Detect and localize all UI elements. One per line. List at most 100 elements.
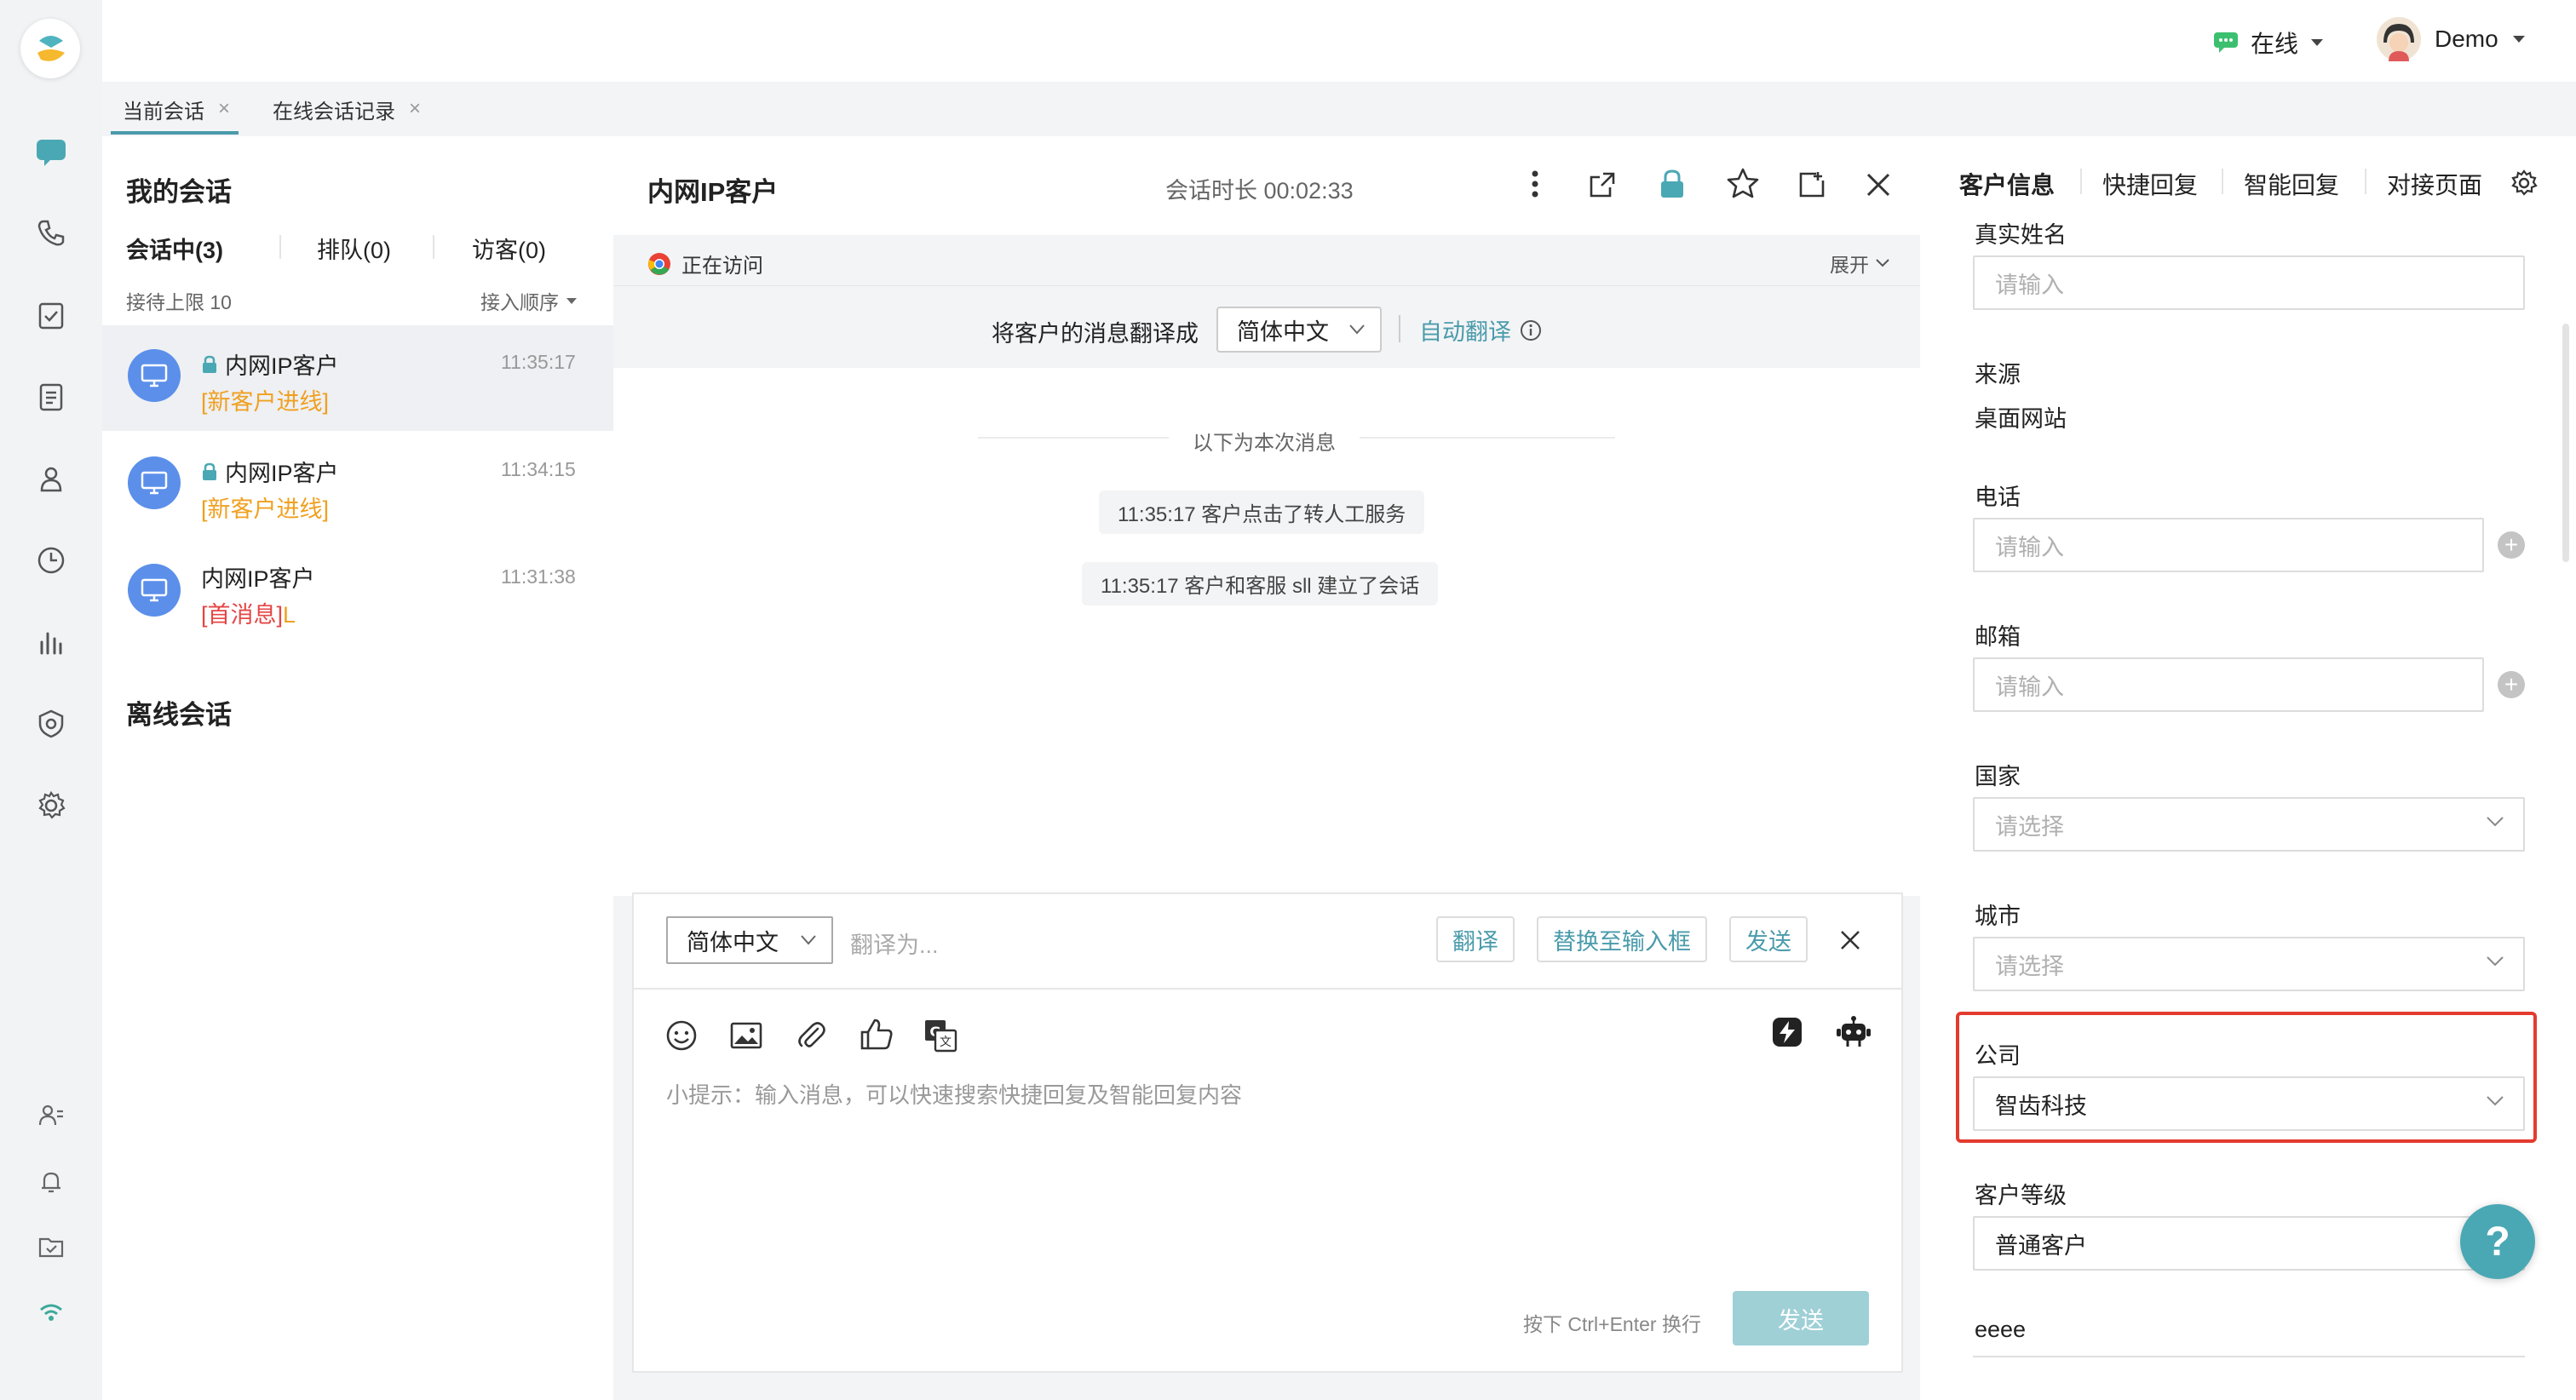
monitor-icon[interactable] <box>31 703 72 744</box>
chat-customer-title: 内网IP客户 <box>647 177 779 207</box>
conversation-item[interactable]: 内网IP客户 [新客户进线] 11:34:15 <box>102 433 613 538</box>
thumbs-up-icon[interactable] <box>859 1017 894 1053</box>
chevron-down-icon <box>1876 259 1889 267</box>
tab-bar <box>102 82 2576 136</box>
my-sessions-title: 我的会话 <box>126 177 232 207</box>
auto-translate-toggle[interactable]: 自动翻译 <box>1419 313 1542 347</box>
translate-language-select[interactable]: 简体中文 <box>1216 307 1382 353</box>
scrollbar[interactable] <box>2562 324 2569 562</box>
chat-icon[interactable] <box>31 131 72 172</box>
user-menu[interactable]: Demo <box>2377 17 2526 61</box>
custom-field-label: eeee <box>1975 1317 2027 1342</box>
translate-language-value: 简体中文 <box>1237 318 1329 345</box>
attachment-icon[interactable] <box>794 1018 828 1053</box>
desktop-visitor-icon <box>128 349 181 402</box>
source-label: 来源 <box>1975 362 2021 387</box>
app-logo[interactable] <box>20 19 80 78</box>
settings-icon[interactable] <box>31 785 72 826</box>
email-label: 邮箱 <box>1975 624 2021 650</box>
agent-status-icon[interactable] <box>31 1095 72 1136</box>
robot-icon[interactable] <box>1835 1015 1872 1049</box>
tab-customer-info[interactable]: 客户信息 <box>1959 167 2055 201</box>
country-select[interactable]: 请选择 <box>1973 797 2525 852</box>
caret-down-icon <box>2311 39 2324 46</box>
phone-label: 电话 <box>1975 485 2021 510</box>
add-email-icon[interactable]: + <box>2498 671 2525 698</box>
divider <box>279 235 281 259</box>
email-input[interactable]: 请输入 <box>1973 657 2484 712</box>
message-input[interactable]: 小提示：输入消息，可以快速搜索快捷回复及智能回复内容 <box>666 1078 1242 1110</box>
conversation-item[interactable]: 内网IP客户 [新客户进线] 11:35:17 <box>102 325 613 431</box>
conversation-time: 11:35:17 <box>501 351 576 373</box>
subtab-in-session[interactable]: 会话中(3) <box>126 232 223 265</box>
tab-docking-page[interactable]: 对接页面 <box>2387 167 2482 201</box>
status-dropdown[interactable]: 在线 <box>2213 26 2324 60</box>
replace-to-input-button[interactable]: 替换至输入框 <box>1537 916 1707 962</box>
chrome-icon <box>648 252 670 275</box>
sort-order-dropdown[interactable]: 接入顺序 <box>480 286 578 315</box>
visiting-label: 正在访问 <box>681 255 763 278</box>
lock-icon[interactable] <box>1658 169 1687 199</box>
quick-reply-lightning-icon[interactable] <box>1772 1017 1803 1047</box>
bell-icon[interactable] <box>31 1162 72 1202</box>
tab-current-sessions[interactable]: 当前会话 × <box>123 82 230 136</box>
wifi-icon <box>31 1293 72 1334</box>
document-icon[interactable] <box>31 376 72 417</box>
city-placeholder: 请选择 <box>1995 953 2064 979</box>
translate-icon[interactable]: G文 <box>923 1018 957 1053</box>
phone-icon[interactable] <box>31 213 72 254</box>
target-language-select[interactable]: 简体中文 <box>666 916 833 964</box>
image-icon[interactable] <box>729 1020 763 1051</box>
subtab-visitors[interactable]: 访客(0) <box>472 232 546 265</box>
expand-toggle[interactable]: 展开 <box>1830 249 1889 278</box>
offline-sessions-title[interactable]: 离线会话 <box>126 693 232 732</box>
emoji-icon[interactable] <box>664 1018 699 1053</box>
divider <box>1360 437 1615 439</box>
translate-button[interactable]: 翻译 <box>1436 916 1515 962</box>
send-translation-button[interactable]: 发送 <box>1729 916 1808 962</box>
message-separator: 以下为本次消息 <box>1193 432 1336 455</box>
conversation-time: 11:31:38 <box>501 565 576 588</box>
desktop-visitor-icon <box>128 564 181 617</box>
source-value: 桌面网站 <box>1975 406 2067 432</box>
help-button[interactable]: ? <box>2460 1204 2535 1279</box>
avatar <box>2377 17 2421 61</box>
gear-icon[interactable] <box>2510 169 2539 198</box>
chevron-down-icon <box>2487 817 2504 827</box>
close-icon[interactable] <box>1864 170 1893 199</box>
lock-icon <box>203 462 216 480</box>
translate-input[interactable]: 翻译为... <box>850 927 939 960</box>
close-icon[interactable]: × <box>409 97 421 121</box>
tab-quick-reply[interactable]: 快捷回复 <box>2102 167 2198 201</box>
online-chat-icon <box>2214 32 2238 53</box>
phone-input[interactable]: 请输入 <box>1973 518 2484 572</box>
history-icon[interactable] <box>31 540 72 581</box>
star-icon[interactable] <box>1726 167 1760 199</box>
tab-smart-reply[interactable]: 智能回复 <box>2244 167 2339 201</box>
task-icon[interactable] <box>31 295 72 336</box>
auto-translate-label: 自动翻译 <box>1419 319 1511 345</box>
statistics-icon[interactable] <box>31 622 72 663</box>
system-message: 11:35:17 客户和客服 sll 建立了会话 <box>1082 562 1439 605</box>
realname-input[interactable]: 请输入 <box>1973 255 2525 310</box>
conversation-item[interactable]: 内网IP客户 [首消息]L 11:31:38 <box>102 540 613 645</box>
todo-folder-icon[interactable] <box>31 1226 72 1267</box>
subtab-queue[interactable]: 排队(0) <box>317 232 391 265</box>
customer-level-select[interactable]: 普通客户 <box>1973 1216 2525 1271</box>
city-select[interactable]: 请选择 <box>1973 937 2525 991</box>
custom-field-input[interactable] <box>1973 1356 2525 1357</box>
close-icon[interactable]: × <box>218 97 230 121</box>
more-icon[interactable] <box>1523 169 1547 199</box>
add-phone-icon[interactable]: + <box>2498 531 2525 559</box>
share-out-icon[interactable] <box>1588 170 1617 199</box>
send-button[interactable]: 发送 <box>1733 1291 1869 1345</box>
info-icon[interactable] <box>1520 319 1542 341</box>
transfer-icon[interactable] <box>1797 170 1826 199</box>
caret-down-icon <box>566 297 577 304</box>
user-name: Demo <box>2435 26 2498 52</box>
tab-online-history[interactable]: 在线会话记录 × <box>273 82 421 136</box>
close-icon[interactable] <box>1838 928 1862 952</box>
contacts-icon[interactable] <box>31 458 72 499</box>
customer-level-label: 客户等级 <box>1975 1183 2067 1208</box>
visiting-bar <box>613 235 1920 286</box>
